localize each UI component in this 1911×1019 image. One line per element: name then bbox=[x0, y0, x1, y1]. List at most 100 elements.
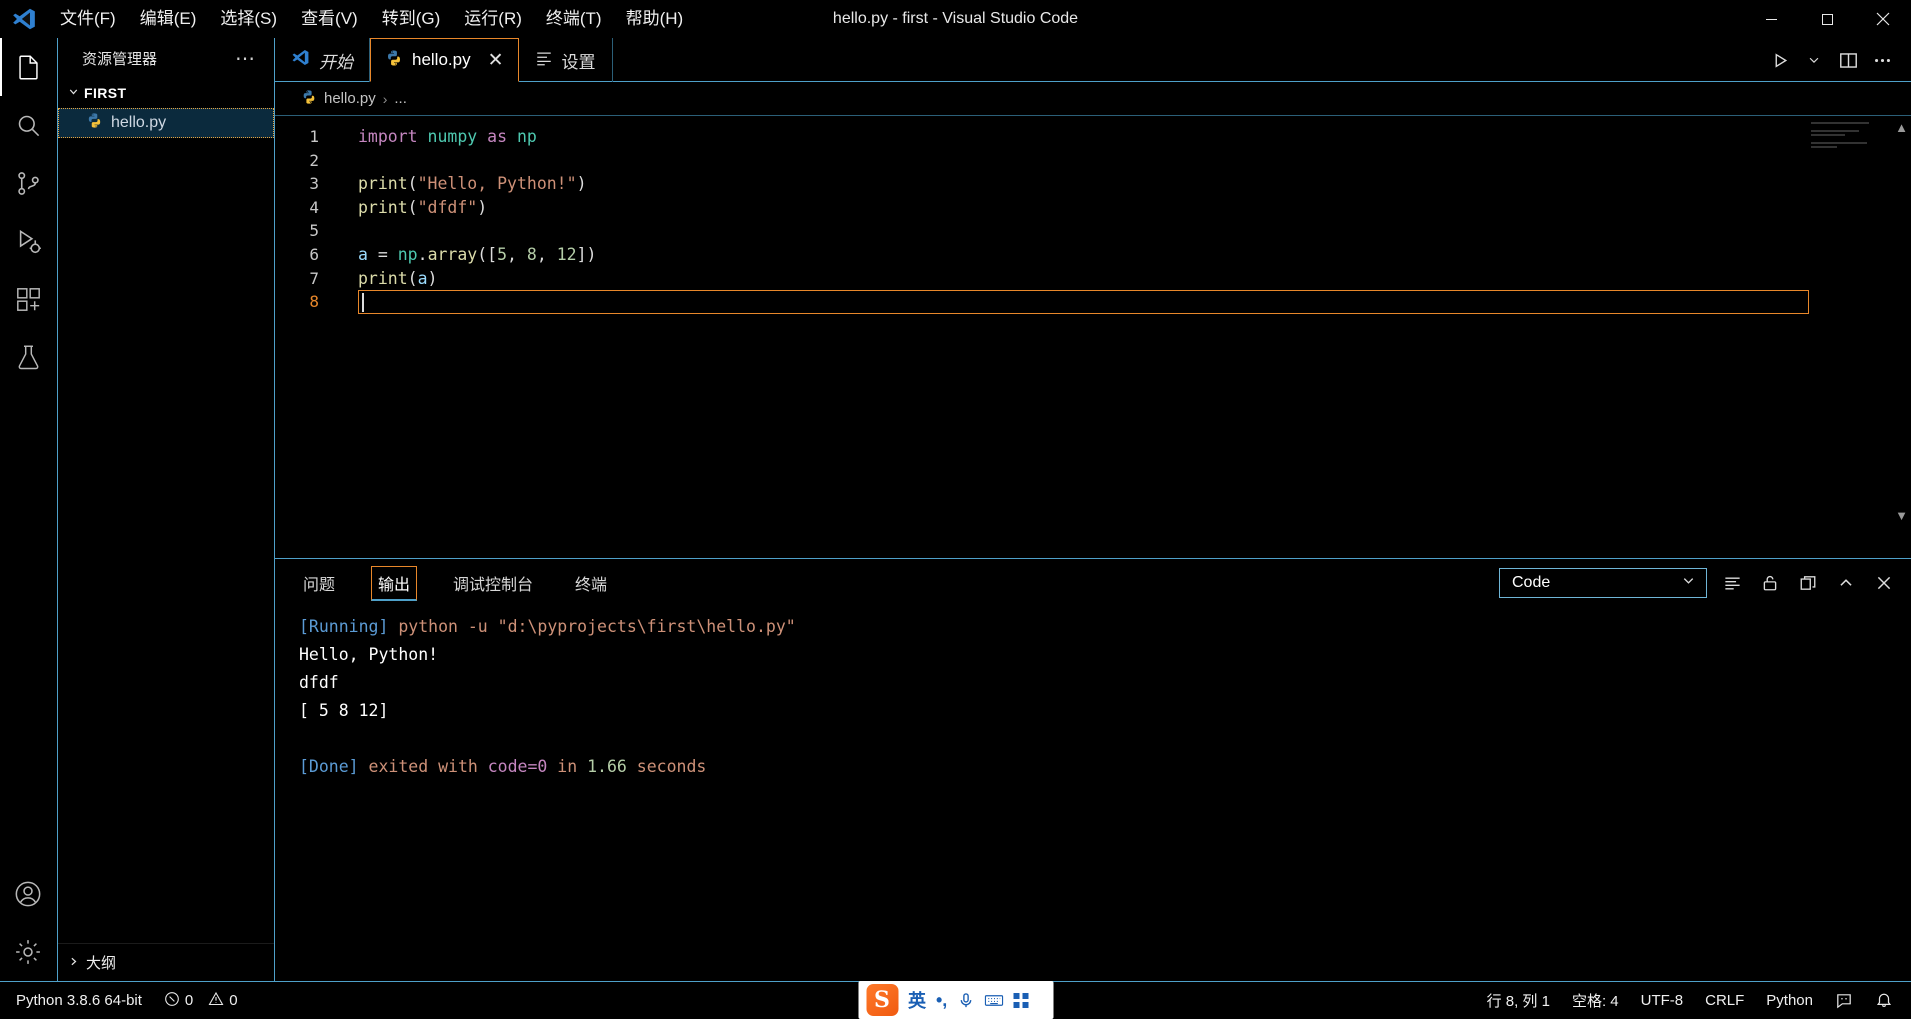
maximize-button[interactable] bbox=[1799, 0, 1855, 38]
menu-edit[interactable]: 编辑(E) bbox=[128, 0, 209, 38]
tab-hello-py[interactable]: hello.py ✕ bbox=[370, 38, 519, 82]
tab-bar-spacer bbox=[613, 38, 1911, 81]
code-token: ) bbox=[477, 197, 488, 217]
panel-actions: Code bbox=[1499, 559, 1897, 607]
code-token: a bbox=[358, 244, 368, 264]
run-play-icon[interactable] bbox=[1765, 45, 1795, 75]
code-token: 5 bbox=[497, 244, 508, 264]
status-encoding[interactable]: UTF-8 bbox=[1639, 992, 1686, 1009]
line-number: 3 bbox=[309, 174, 319, 194]
tab-settings[interactable]: 设置 bbox=[519, 38, 613, 82]
microphone-icon[interactable] bbox=[957, 992, 974, 1009]
line-source bbox=[331, 219, 358, 243]
activity-testing-icon[interactable] bbox=[0, 328, 57, 386]
activity-search-icon[interactable] bbox=[0, 96, 57, 154]
close-panel-icon[interactable] bbox=[1871, 570, 1897, 596]
warning-triangle-icon bbox=[208, 991, 224, 1011]
sidebar-more-actions-icon[interactable]: ⋯ bbox=[235, 46, 264, 71]
lock-open-icon[interactable] bbox=[1757, 570, 1783, 596]
menu-file[interactable]: 文件(F) bbox=[48, 0, 128, 38]
keyboard-icon[interactable] bbox=[984, 991, 1003, 1010]
line-source bbox=[331, 149, 358, 173]
menu-run[interactable]: 运行(R) bbox=[452, 0, 534, 38]
code-line[interactable]: 8 bbox=[275, 290, 1911, 314]
minimize-button[interactable] bbox=[1743, 0, 1799, 38]
sidebar-item-hello-py[interactable]: hello.py bbox=[58, 108, 274, 138]
close-button[interactable] bbox=[1855, 0, 1911, 38]
code-line[interactable]: 2 bbox=[275, 149, 1911, 173]
menu-view[interactable]: 查看(V) bbox=[289, 0, 370, 38]
panel-tab-output[interactable]: 输出 bbox=[371, 565, 418, 601]
code-line[interactable]: 1 import numpy as np bbox=[275, 125, 1911, 149]
scrollbar-down-arrow[interactable]: ▼ bbox=[1895, 508, 1908, 523]
status-indentation[interactable]: 空格: 4 bbox=[1570, 990, 1621, 1011]
code-line[interactable]: 6 a = np.array([5, 8, 12]) bbox=[275, 243, 1911, 267]
output-segment: in bbox=[547, 757, 588, 776]
bell-icon[interactable] bbox=[1873, 992, 1895, 1010]
code-token: ) bbox=[576, 174, 587, 194]
menu-help[interactable]: 帮助(H) bbox=[614, 0, 696, 38]
code-token: , bbox=[536, 244, 557, 264]
scrollbar-up-arrow[interactable]: ▲ bbox=[1895, 120, 1908, 135]
status-problems[interactable]: 0 0 bbox=[162, 991, 240, 1011]
tab-welcome[interactable]: 开始 bbox=[275, 38, 370, 82]
sogou-logo-icon[interactable]: S bbox=[866, 984, 898, 1016]
code-line[interactable]: 3 print("Hello, Python!") bbox=[275, 172, 1911, 196]
code-line[interactable]: 7 print(a) bbox=[275, 267, 1911, 291]
chevron-right-icon bbox=[66, 955, 80, 971]
open-in-editor-icon[interactable] bbox=[1795, 570, 1821, 596]
status-language-mode[interactable]: Python bbox=[1764, 992, 1815, 1009]
sidebar-folder-first[interactable]: FIRST bbox=[58, 78, 274, 108]
run-chevron-down-icon[interactable] bbox=[1799, 45, 1829, 75]
split-editor-icon[interactable] bbox=[1833, 45, 1863, 75]
tab-close-icon[interactable]: ✕ bbox=[488, 49, 504, 72]
editor-more-actions-icon[interactable] bbox=[1867, 45, 1897, 75]
output-segment: python -u "d:\pyprojects\first\hello.py" bbox=[388, 617, 796, 636]
code-line[interactable]: 4 print("dfdf") bbox=[275, 196, 1911, 220]
activity-extensions-icon[interactable] bbox=[0, 270, 57, 328]
status-eol[interactable]: CRLF bbox=[1703, 992, 1746, 1009]
breadcrumb-symbol[interactable]: ... bbox=[394, 90, 407, 107]
vscode-logo-icon bbox=[0, 0, 48, 38]
activity-bar bbox=[0, 38, 57, 981]
apps-grid-icon[interactable] bbox=[1013, 992, 1029, 1008]
menu-terminal[interactable]: 终端(T) bbox=[534, 0, 614, 38]
menu-go[interactable]: 转到(G) bbox=[370, 0, 453, 38]
panel-tab-terminal[interactable]: 终端 bbox=[569, 567, 613, 599]
sidebar-title: 资源管理器 bbox=[82, 50, 158, 68]
minimap[interactable] bbox=[1811, 122, 1903, 152]
code-token: ( bbox=[407, 197, 418, 217]
tab-settings-label: 设置 bbox=[561, 52, 596, 72]
code-line[interactable]: 5 bbox=[275, 219, 1911, 243]
activity-gear-icon[interactable] bbox=[0, 923, 57, 981]
ime-punctuation-toggle[interactable]: •, bbox=[936, 990, 947, 1011]
maximize-panel-icon[interactable] bbox=[1833, 570, 1859, 596]
ime-mode-label[interactable]: 英 bbox=[908, 987, 926, 1013]
activity-run-debug-icon[interactable] bbox=[0, 212, 57, 270]
line-source: print("dfdf") bbox=[331, 196, 487, 220]
activity-explorer-icon[interactable] bbox=[0, 38, 57, 96]
output-segment: dfdf bbox=[299, 673, 339, 692]
line-number: 8 bbox=[309, 292, 319, 312]
editor-tab-bar: 开始 hello.py ✕ 设置 bbox=[275, 38, 1911, 82]
sidebar-section-outline[interactable]: 大纲 bbox=[58, 943, 274, 981]
output-line: [Done] exited with code=0 in 1.66 second… bbox=[299, 753, 1911, 781]
activity-account-icon[interactable] bbox=[0, 865, 57, 923]
python-file-icon bbox=[301, 89, 317, 109]
feedback-smiley-icon[interactable] bbox=[1833, 992, 1855, 1010]
status-interpreter[interactable]: Python 3.8.6 64-bit bbox=[14, 992, 144, 1009]
status-cursor-position[interactable]: 行 8, 列 1 bbox=[1485, 990, 1552, 1011]
code-token: = bbox=[367, 244, 398, 264]
code-editor[interactable]: 1 import numpy as np 2 3 print("Hello, Pytho… bbox=[275, 116, 1911, 596]
python-file-icon bbox=[86, 112, 103, 134]
breadcrumb-file[interactable]: hello.py bbox=[324, 90, 376, 107]
panel-tab-problems[interactable]: 问题 bbox=[297, 567, 341, 599]
clear-output-icon[interactable] bbox=[1719, 570, 1745, 596]
output-channel-select[interactable]: Code bbox=[1499, 568, 1707, 598]
activity-source-control-icon[interactable] bbox=[0, 154, 57, 212]
output-segment: [Running] bbox=[299, 617, 389, 636]
menu-selection[interactable]: 选择(S) bbox=[208, 0, 289, 38]
output-segment: code=0 bbox=[487, 757, 548, 776]
output-line: [ 5 8 12] bbox=[299, 697, 1911, 725]
panel-tab-debug-console[interactable]: 调试控制台 bbox=[447, 567, 539, 599]
